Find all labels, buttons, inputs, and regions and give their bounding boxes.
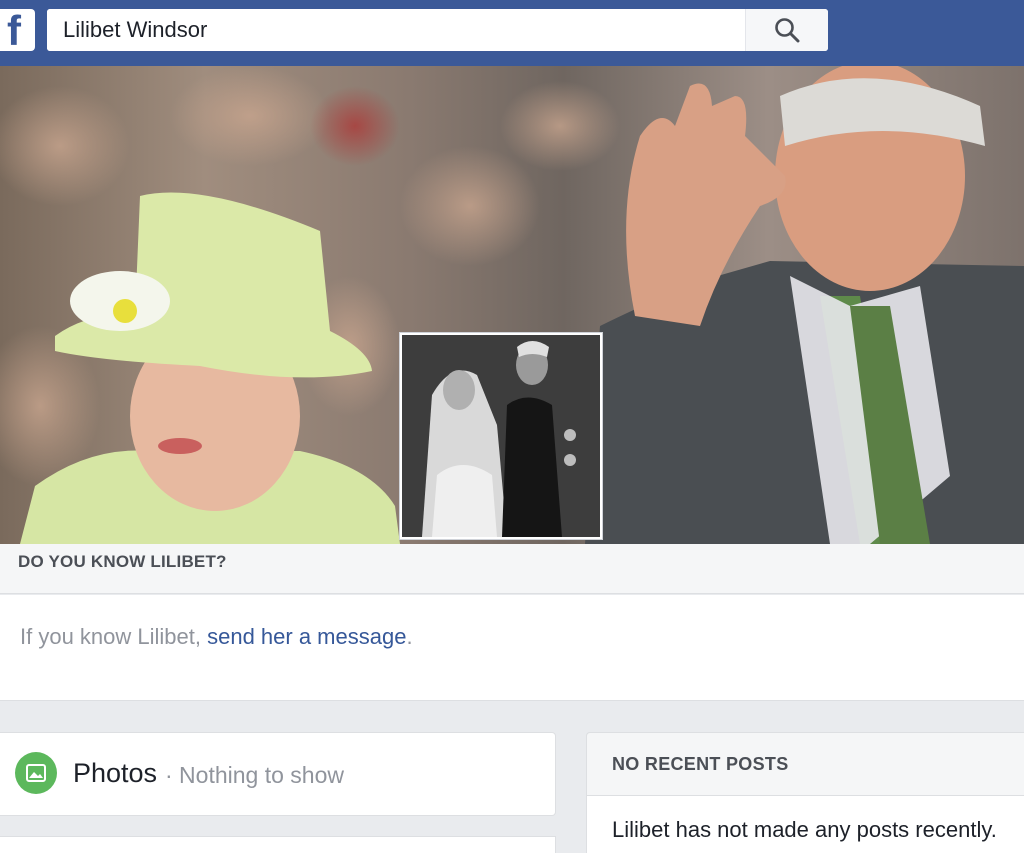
recent-posts-title: NO RECENT POSTS bbox=[612, 754, 789, 774]
search-input[interactable] bbox=[47, 9, 745, 51]
facebook-logo-letter: f bbox=[7, 9, 21, 52]
cover-photo[interactable] bbox=[0, 66, 1024, 544]
know-text-suffix: . bbox=[406, 624, 413, 649]
search-icon bbox=[775, 18, 800, 43]
photo-icon bbox=[15, 752, 57, 794]
send-message-link[interactable]: send her a message bbox=[207, 624, 406, 649]
know-section-title: DO YOU KNOW LILIBET? bbox=[18, 552, 227, 571]
search-bar bbox=[47, 9, 828, 51]
profile-picture[interactable] bbox=[399, 332, 603, 540]
know-text-prefix: If you know Lilibet, bbox=[20, 624, 208, 649]
profile-picture-image bbox=[402, 335, 600, 537]
photos-subtitle: · Nothing to show bbox=[165, 762, 344, 788]
recent-posts-text: Lilibet has not made any posts recently. bbox=[612, 817, 997, 842]
know-section-text: If you know Lilibet, send her a message. bbox=[20, 624, 413, 650]
search-button[interactable] bbox=[745, 9, 828, 51]
facebook-logo[interactable]: f bbox=[0, 9, 35, 51]
photos-title[interactable]: Photos bbox=[73, 758, 157, 789]
next-card bbox=[0, 836, 556, 853]
